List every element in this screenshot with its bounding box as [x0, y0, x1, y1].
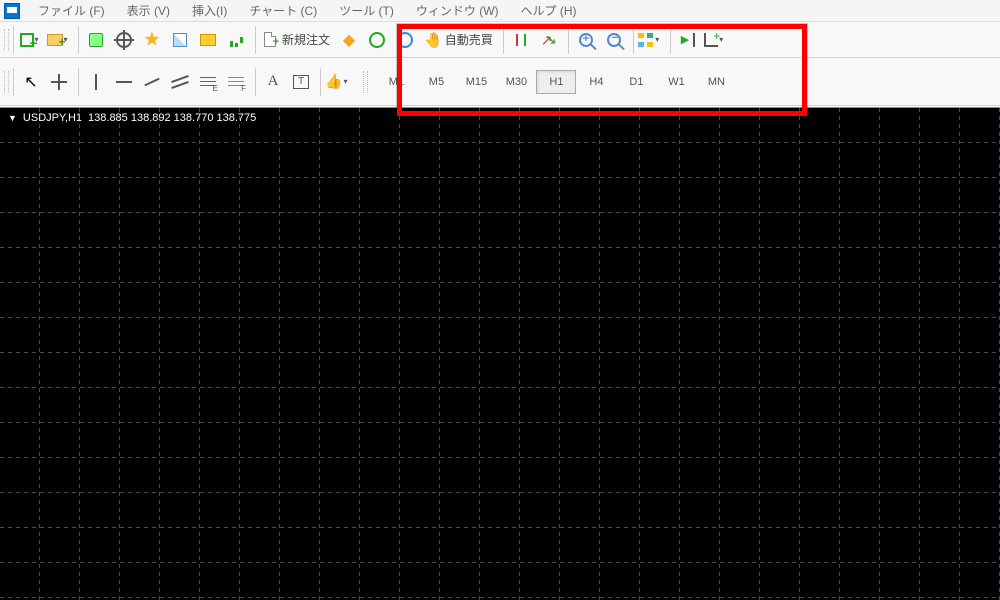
new-order-label: 新規注文 [282, 31, 330, 48]
timeframe-w1[interactable]: W1 [656, 70, 696, 94]
navigator-button[interactable]: ★ [139, 27, 165, 53]
fibo-f-icon: F [228, 75, 244, 89]
data-window-button[interactable] [167, 27, 193, 53]
target-icon [116, 32, 132, 48]
zoom-in-icon [579, 33, 593, 47]
profiles-button[interactable]: ▾ [46, 27, 72, 53]
auto-trading-button[interactable]: 🤚 自動売買 [420, 27, 497, 53]
text-box-icon: T [293, 75, 309, 89]
chart-area[interactable]: ▼ USDJPY,H1 138.885 138.892 138.770 138.… [0, 107, 1000, 600]
chevron-down-icon: ▾ [719, 35, 727, 44]
menu-view[interactable]: 表示 (V) [117, 0, 180, 21]
timeframe-m1[interactable]: M1 [376, 70, 416, 94]
chart-ohlc-label: 138.885 138.892 138.770 138.775 [88, 112, 256, 124]
timeframe-h1[interactable]: H1 [536, 70, 576, 94]
diamond-icon: ◆ [343, 30, 355, 50]
menu-insert[interactable]: 挿入(I) [182, 0, 237, 21]
trendline-button[interactable] [139, 69, 165, 95]
toolbar-grip[interactable] [4, 29, 9, 51]
zoom-out-icon [607, 33, 621, 47]
shift-chart-button[interactable] [508, 27, 534, 53]
menu-file[interactable]: ファイル (F) [28, 0, 115, 21]
cursor-icon: ↖ [24, 72, 37, 92]
text-tool-button[interactable]: A [260, 69, 286, 95]
arrows-vertical-icon [513, 32, 529, 48]
terminal-icon [200, 34, 216, 46]
menu-window[interactable]: ウィンドウ (W) [406, 0, 509, 21]
new-chart-icon [20, 33, 34, 47]
data-window-icon [173, 33, 187, 47]
bars-icon [228, 33, 244, 47]
folder-icon [47, 34, 63, 46]
timeframe-m30[interactable]: M30 [496, 70, 536, 94]
timeframe-h4[interactable]: H4 [576, 70, 616, 94]
vertical-line-button[interactable] [83, 69, 109, 95]
timeframe-mn[interactable]: MN [696, 70, 736, 94]
chart-menu-dropdown-icon: ▼ [8, 113, 17, 123]
timeframe-d1[interactable]: D1 [616, 70, 656, 94]
signals-icon [397, 32, 413, 48]
indicators-button[interactable]: ▾ [703, 27, 729, 53]
crosshair-button[interactable] [46, 69, 72, 95]
fibo-e-icon: E [200, 75, 216, 89]
new-order-button[interactable]: + 新規注文 [260, 27, 334, 53]
arrows-diagonal-icon [541, 32, 557, 48]
text-a-icon: A [268, 73, 279, 90]
toolbar-grip[interactable] [363, 71, 368, 93]
fibo-retracement-button[interactable]: E [195, 69, 221, 95]
market-watch-icon [89, 33, 103, 47]
crosshair-tool-button[interactable] [111, 27, 137, 53]
zoom-out-button[interactable] [601, 27, 627, 53]
channel-button[interactable] [167, 69, 193, 95]
horizontal-line-button[interactable] [111, 69, 137, 95]
timeframe-group: M1 M5 M15 M30 H1 H4 D1 W1 MN [376, 68, 736, 96]
step-forward-button[interactable] [675, 27, 701, 53]
trendline-icon [144, 77, 159, 86]
document-icon: + [264, 32, 276, 47]
crosshair-icon [51, 74, 67, 90]
chevron-down-icon: ▾ [655, 35, 663, 44]
tiles-icon [638, 33, 654, 47]
timeframe-m15[interactable]: M15 [456, 70, 496, 94]
chart-symbol-label: USDJPY,H1 [23, 112, 82, 124]
new-chart-button[interactable]: ▾ [18, 27, 44, 53]
metaquotes-button[interactable]: ◆ [336, 27, 362, 53]
star-icon: ★ [144, 29, 160, 50]
fibo-fan-button[interactable]: F [223, 69, 249, 95]
auto-trading-label: 自動売買 [445, 31, 493, 48]
toolbar-grip[interactable] [4, 71, 9, 93]
expert-advisors-button[interactable] [364, 27, 390, 53]
market-watch-button[interactable] [83, 27, 109, 53]
chart-grid-horizontal [0, 108, 1000, 600]
toolbar-drawing-timeframes: ↖ E F A T 👍▾ M1 M5 M15 M30 H1 H4 D1 W1 M… [0, 58, 1000, 106]
cursor-tool-button[interactable]: ↖ [18, 69, 44, 95]
auto-scroll-button[interactable] [536, 27, 562, 53]
channel-icon [172, 74, 188, 90]
app-icon [4, 3, 20, 19]
step-run-icon [681, 33, 695, 47]
tile-windows-button[interactable]: ▾ [638, 27, 664, 53]
axis-plus-icon [704, 33, 718, 47]
menu-tools[interactable]: ツール (T) [329, 0, 404, 21]
radar-icon [369, 32, 385, 48]
strategy-tester-button[interactable] [223, 27, 249, 53]
thumb-icon: 👍 [325, 73, 342, 90]
vertical-line-icon [95, 74, 97, 90]
toolbar-main: ▾ ▾ ★ + 新規注文 ◆ 🤚 自動売買 ▾ ▾ [0, 22, 1000, 58]
symbols-button[interactable]: 👍▾ [325, 69, 351, 95]
menu-chart[interactable]: チャート (C) [239, 0, 327, 21]
menubar: ファイル (F) 表示 (V) 挿入(I) チャート (C) ツール (T) ウ… [0, 0, 1000, 22]
timeframe-m5[interactable]: M5 [416, 70, 456, 94]
chart-title-bar[interactable]: ▼ USDJPY,H1 138.885 138.892 138.770 138.… [8, 112, 256, 124]
zoom-in-button[interactable] [573, 27, 599, 53]
menu-help[interactable]: ヘルプ (H) [511, 0, 587, 21]
hand-icon: 🤚 [424, 31, 443, 49]
text-label-button[interactable]: T [288, 69, 314, 95]
horizontal-line-icon [116, 81, 132, 83]
terminal-button[interactable] [195, 27, 221, 53]
chevron-down-icon: ▾ [343, 77, 351, 86]
signals-button[interactable] [392, 27, 418, 53]
